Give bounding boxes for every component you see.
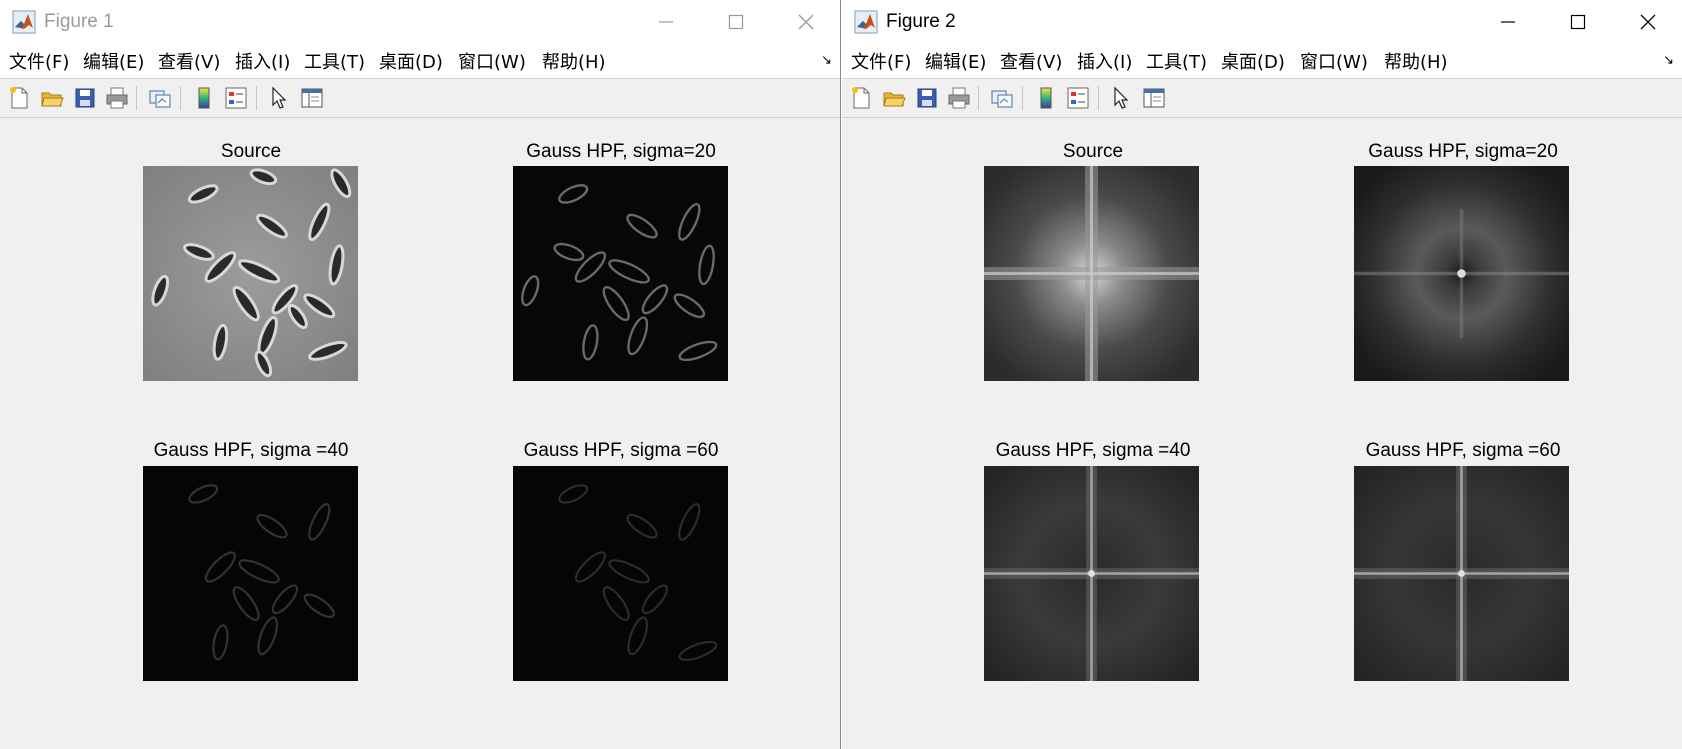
- menu-help[interactable]: 帮助(H): [1384, 52, 1448, 74]
- toolbar-separator: [1098, 86, 1099, 110]
- figure-toolbar: [0, 79, 840, 118]
- dock-arrow-icon[interactable]: ↘: [1663, 52, 1674, 68]
- menu-tools[interactable]: 工具(T): [1146, 52, 1207, 74]
- spectrum-cross: [1354, 466, 1569, 681]
- edit-plot-cursor-icon[interactable]: [266, 85, 292, 111]
- hpf-sigma20-spectrum[interactable]: [1354, 166, 1569, 381]
- close-button[interactable]: [1626, 6, 1670, 38]
- toolbar-separator: [136, 86, 137, 110]
- axes-title: Gauss HPF, sigma=20: [526, 141, 716, 162]
- open-file-icon[interactable]: [881, 85, 907, 111]
- legend-icon[interactable]: [223, 85, 249, 111]
- minimize-icon: [1501, 21, 1515, 23]
- new-figure-icon[interactable]: [848, 85, 874, 111]
- new-figure-icon[interactable]: [6, 85, 32, 111]
- axes-title: Gauss HPF, sigma =60: [523, 440, 719, 461]
- colorbar-icon[interactable]: [1033, 85, 1059, 111]
- maximize-button[interactable]: [1556, 6, 1600, 38]
- open-file-icon[interactable]: [39, 85, 65, 111]
- dock-arrow-icon[interactable]: ↘: [821, 52, 832, 68]
- menu-view[interactable]: 查看(V): [158, 52, 220, 74]
- menu-edit[interactable]: 编辑(E): [925, 52, 986, 74]
- close-button[interactable]: [784, 6, 828, 38]
- menu-bar: 文件(F) 编辑(E) 查看(V) 插入(I) 工具(T) 桌面(D) 窗口(W…: [842, 44, 1682, 79]
- menu-view[interactable]: 查看(V): [1000, 52, 1062, 74]
- maximize-icon: [1570, 14, 1586, 30]
- close-icon: [1640, 14, 1656, 30]
- close-icon: [798, 14, 814, 30]
- figure-toolbar: [842, 79, 1682, 118]
- matlab-logo-icon: [854, 10, 878, 34]
- window-title: Figure 2: [886, 11, 956, 32]
- title-bar[interactable]: Figure 1: [0, 0, 840, 44]
- toolbar-separator: [1022, 86, 1023, 110]
- title-bar[interactable]: Figure 2: [842, 0, 1682, 44]
- minimize-icon: [659, 21, 673, 23]
- property-editor-icon[interactable]: [299, 85, 325, 111]
- edit-plot-cursor-icon[interactable]: [1108, 85, 1134, 111]
- hpf-sigma60-spectrum[interactable]: [1354, 466, 1569, 681]
- maximize-button[interactable]: [714, 6, 758, 38]
- minimize-button[interactable]: [644, 6, 688, 38]
- menu-window[interactable]: 窗口(W): [458, 52, 526, 74]
- axes-title: Source: [1062, 141, 1124, 162]
- axes-title: Gauss HPF, sigma=20: [1368, 141, 1558, 162]
- axes-title: Gauss HPF, sigma =60: [1365, 440, 1561, 461]
- menu-bar: 文件(F) 编辑(E) 查看(V) 插入(I) 工具(T) 桌面(D) 窗口(W…: [0, 44, 840, 79]
- menu-window[interactable]: 窗口(W): [1300, 52, 1368, 74]
- menu-insert[interactable]: 插入(I): [1077, 52, 1132, 74]
- hpf-sigma60-image[interactable]: [513, 466, 728, 681]
- source-spectrum-image[interactable]: [984, 166, 1199, 381]
- edge-image-dim: [513, 466, 728, 681]
- spectrum-bright-center: [984, 166, 1199, 381]
- menu-insert[interactable]: 插入(I): [235, 52, 290, 74]
- link-plot-icon[interactable]: [989, 85, 1015, 111]
- print-icon[interactable]: [946, 85, 972, 111]
- maximize-icon: [728, 14, 744, 30]
- link-plot-icon[interactable]: [147, 85, 173, 111]
- save-icon[interactable]: [914, 85, 940, 111]
- menu-edit[interactable]: 编辑(E): [83, 52, 144, 74]
- axes-title: Source: [220, 141, 282, 162]
- colorbar-icon[interactable]: [191, 85, 217, 111]
- bacteria-image: [143, 166, 358, 381]
- matlab-logo-icon: [12, 10, 36, 34]
- window-title: Figure 1: [44, 11, 114, 32]
- save-icon[interactable]: [72, 85, 98, 111]
- figure-window-1[interactable]: Figure 1 文件(F) 编辑(E) 查看(V) 插入(I) 工具(T) 桌…: [0, 0, 841, 749]
- minimize-button[interactable]: [1486, 6, 1530, 38]
- menu-help[interactable]: 帮助(H): [542, 52, 606, 74]
- spectrum-ring: [1354, 166, 1569, 381]
- toolbar-separator: [978, 86, 979, 110]
- menu-tools[interactable]: 工具(T): [304, 52, 365, 74]
- legend-icon[interactable]: [1065, 85, 1091, 111]
- axes-title: Gauss HPF, sigma =40: [995, 440, 1191, 461]
- edge-image: [513, 166, 728, 381]
- hpf-sigma20-image[interactable]: [513, 166, 728, 381]
- toolbar-separator: [256, 86, 257, 110]
- menu-file[interactable]: 文件(F): [9, 52, 69, 74]
- toolbar-separator: [180, 86, 181, 110]
- spectrum-cross: [984, 466, 1199, 681]
- hpf-sigma40-image[interactable]: [143, 466, 358, 681]
- edge-image-dim: [143, 466, 358, 681]
- property-editor-icon[interactable]: [1141, 85, 1167, 111]
- menu-desktop[interactable]: 桌面(D): [379, 52, 443, 74]
- hpf-sigma40-spectrum[interactable]: [984, 466, 1199, 681]
- axes-title: Gauss HPF, sigma =40: [153, 440, 349, 461]
- figure-window-2[interactable]: Figure 2 文件(F) 编辑(E) 查看(V) 插入(I) 工具(T) 桌…: [842, 0, 1682, 749]
- menu-desktop[interactable]: 桌面(D): [1221, 52, 1285, 74]
- print-icon[interactable]: [104, 85, 130, 111]
- source-image[interactable]: [143, 166, 358, 381]
- menu-file[interactable]: 文件(F): [851, 52, 911, 74]
